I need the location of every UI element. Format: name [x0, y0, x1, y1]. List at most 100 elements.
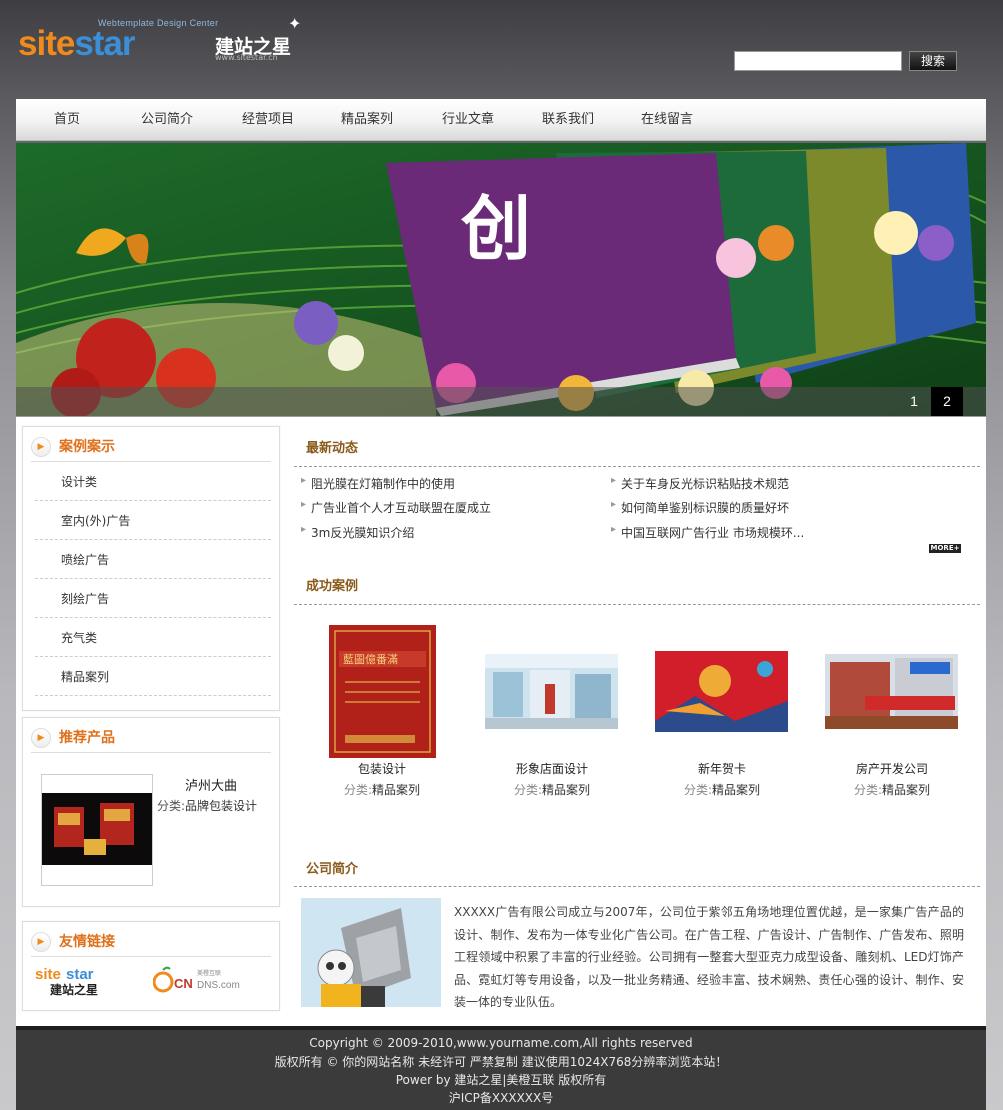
sidebar-links-title: 友情链接: [59, 934, 115, 950]
news-item[interactable]: 关于车身反光标识粘贴技术规范: [611, 475, 789, 492]
nav-item-contact[interactable]: 联系我们: [542, 99, 594, 140]
nav-item-business[interactable]: 经营项目: [242, 99, 294, 140]
footer-powered-by[interactable]: Power by 建站之星|美橙互联 版权所有: [16, 1071, 986, 1088]
link-cndns-logo[interactable]: CN DNS.com 美橙互联: [152, 966, 243, 996]
case-real-estate-image: [825, 654, 958, 729]
product-category: 分类:品牌包装设计: [157, 797, 257, 814]
sidebar-cases-item[interactable]: 室内(外)广告: [35, 502, 271, 540]
about-image: [301, 898, 441, 1007]
news-item[interactable]: 3m反光膜知识介绍: [301, 524, 414, 541]
svg-text:建站之星: 建站之星: [49, 982, 98, 996]
sidebar-cases-item[interactable]: 设计类: [35, 463, 271, 501]
news-item[interactable]: 阻光膜在灯箱制作中的使用: [301, 475, 455, 492]
banner-slideshow[interactable]: 创 1 2: [16, 143, 986, 416]
case-category-value: 精品案列: [542, 783, 591, 797]
svg-text:site: site: [35, 966, 61, 983]
case-name[interactable]: 新年贺卡: [637, 760, 807, 777]
product-category-value: 品牌包装设计: [185, 799, 258, 813]
divider: [294, 466, 980, 467]
svg-text:CN: CN: [174, 976, 193, 991]
about-text: XXXXX广告有限公司成立与2007年，公司位于紫邻五角场地理位置优越，是一家集…: [454, 905, 964, 1009]
news-item[interactable]: 如何简单鉴别标识膜的质量好坏: [611, 499, 789, 516]
cndns-logo-image: CN DNS.com 美橙互联: [152, 966, 240, 993]
footer-rights: 版权所有 © 你的网站名称 未经许可 严禁复制 建议使用1024X768分辨率浏…: [274, 1055, 728, 1069]
sidebar-products-box: ▶ 推荐产品 泸州大曲 分类:品牌包装设计: [22, 717, 280, 907]
footer: Copyright © 2009-2010,www.yourname.com,A…: [16, 1026, 986, 1110]
logo-word-site: site: [18, 24, 75, 63]
nav-item-cases[interactable]: 精品案列: [341, 99, 393, 140]
chevron-right-icon: ▶: [31, 437, 51, 457]
product-thumbnail[interactable]: [41, 774, 153, 886]
about-section-title: 公司简介: [306, 862, 359, 877]
slide-controls: [16, 387, 986, 416]
case-category-label: 分类:: [513, 783, 543, 797]
case-category: 分类:精品案列: [467, 781, 637, 798]
case-name[interactable]: 房产开发公司: [807, 760, 977, 777]
link-sitestar-logo[interactable]: site star 建站之星: [35, 966, 120, 997]
logo-word-star: star: [74, 24, 135, 63]
case-category: 分类:精品案列: [297, 781, 467, 798]
case-name[interactable]: 包装设计: [297, 760, 467, 777]
footer-icp: 沪ICP备XXXXXX号: [448, 1091, 554, 1105]
content-area: ▶ 案例案示 设计类 室内(外)广告 喷绘广告 刻绘广告 充气类 精品案列 ▶ …: [16, 417, 986, 1026]
case-category-value: 精品案列: [712, 783, 761, 797]
sidebar-cases-title: 案例案示: [59, 439, 115, 455]
sidebar-cases-item[interactable]: 刻绘广告: [35, 580, 271, 618]
product-image: [42, 775, 152, 885]
case-category-label: 分类:: [683, 783, 713, 797]
case-storefront-image: [485, 654, 618, 729]
nav-item-about[interactable]: 公司简介: [141, 99, 193, 140]
product-name[interactable]: 泸州大曲: [185, 775, 237, 794]
case-image-greeting-card[interactable]: [655, 651, 788, 732]
news-item[interactable]: 中国互联网广告行业 市场规模环...: [611, 524, 804, 541]
case-image-real-estate[interactable]: [825, 654, 958, 729]
product-category-label: 分类:: [157, 799, 186, 813]
nav-item-guestbook[interactable]: 在线留言: [641, 99, 693, 140]
cases-section-title: 成功案例: [306, 579, 359, 594]
sitestar-logo-image: site star 建站之星: [35, 966, 98, 997]
about-illustration: [301, 898, 441, 1007]
case-packaging-image: 藍圖億番滿: [329, 625, 436, 758]
banner-image: 创: [16, 143, 986, 416]
logo-url: www.sitestar.cn: [215, 53, 278, 62]
svg-text:star: star: [66, 966, 94, 983]
news-item[interactable]: 广告业首个人才互动联盟在厦成立: [301, 499, 491, 516]
case-category: 分类:精品案列: [637, 781, 807, 798]
search-button[interactable]: 搜索: [909, 51, 957, 71]
sidebar-cases-item[interactable]: 喷绘广告: [35, 541, 271, 579]
chevron-right-icon: ▶: [31, 932, 51, 952]
divider: [294, 886, 980, 887]
sidebar-links-box: ▶ 友情链接 site star 建站之星 CN DNS.com 美橙互联: [22, 921, 280, 1011]
sidebar-cases-header: ▶ 案例案示: [31, 435, 271, 462]
sparkle-icon: ✦: [288, 14, 302, 33]
svg-text:藍圖億番滿: 藍圖億番滿: [343, 653, 398, 666]
main-nav: 首页 公司简介 经营项目 精品案列 行业文章 联系我们 在线留言: [16, 99, 986, 141]
logo-wordmark: sitestar: [18, 24, 136, 64]
divider: [294, 604, 980, 605]
case-greeting-card-image: [655, 651, 788, 732]
sidebar-products-title: 推荐产品: [59, 730, 115, 746]
case-image-packaging[interactable]: 藍圖億番滿: [329, 625, 436, 758]
case-name[interactable]: 形象店面设计: [467, 760, 637, 777]
case-category-label: 分类:: [343, 783, 373, 797]
chevron-right-icon: ▶: [31, 728, 51, 748]
case-category-label: 分类:: [853, 783, 883, 797]
case-category-value: 精品案列: [372, 783, 421, 797]
svg-text:创: 创: [460, 188, 531, 270]
sidebar-links-header: ▶ 友情链接: [31, 930, 271, 957]
news-more-button[interactable]: MORE+: [929, 544, 961, 553]
sidebar-cases-box: ▶ 案例案示 设计类 室内(外)广告 喷绘广告 刻绘广告 充气类 精品案列: [22, 426, 280, 711]
sidebar-cases-item[interactable]: 精品案列: [35, 658, 271, 696]
svg-text:DNS.com: DNS.com: [197, 980, 240, 991]
site-logo[interactable]: Webtemplate Design Center sitestar 建站之星 …: [18, 14, 308, 70]
svg-text:美橙互联: 美橙互联: [197, 969, 221, 977]
slide-indicator-2[interactable]: 2: [931, 387, 963, 416]
search-input[interactable]: [734, 51, 902, 71]
footer-copyright: Copyright © 2009-2010,www.yourname.com,A…: [309, 1036, 693, 1050]
nav-item-home[interactable]: 首页: [54, 99, 80, 140]
news-section-title: 最新动态: [306, 441, 359, 456]
slide-indicator-1[interactable]: 1: [898, 387, 930, 416]
case-image-storefront[interactable]: [485, 654, 618, 729]
nav-item-articles[interactable]: 行业文章: [442, 99, 494, 140]
sidebar-cases-item[interactable]: 充气类: [35, 619, 271, 657]
